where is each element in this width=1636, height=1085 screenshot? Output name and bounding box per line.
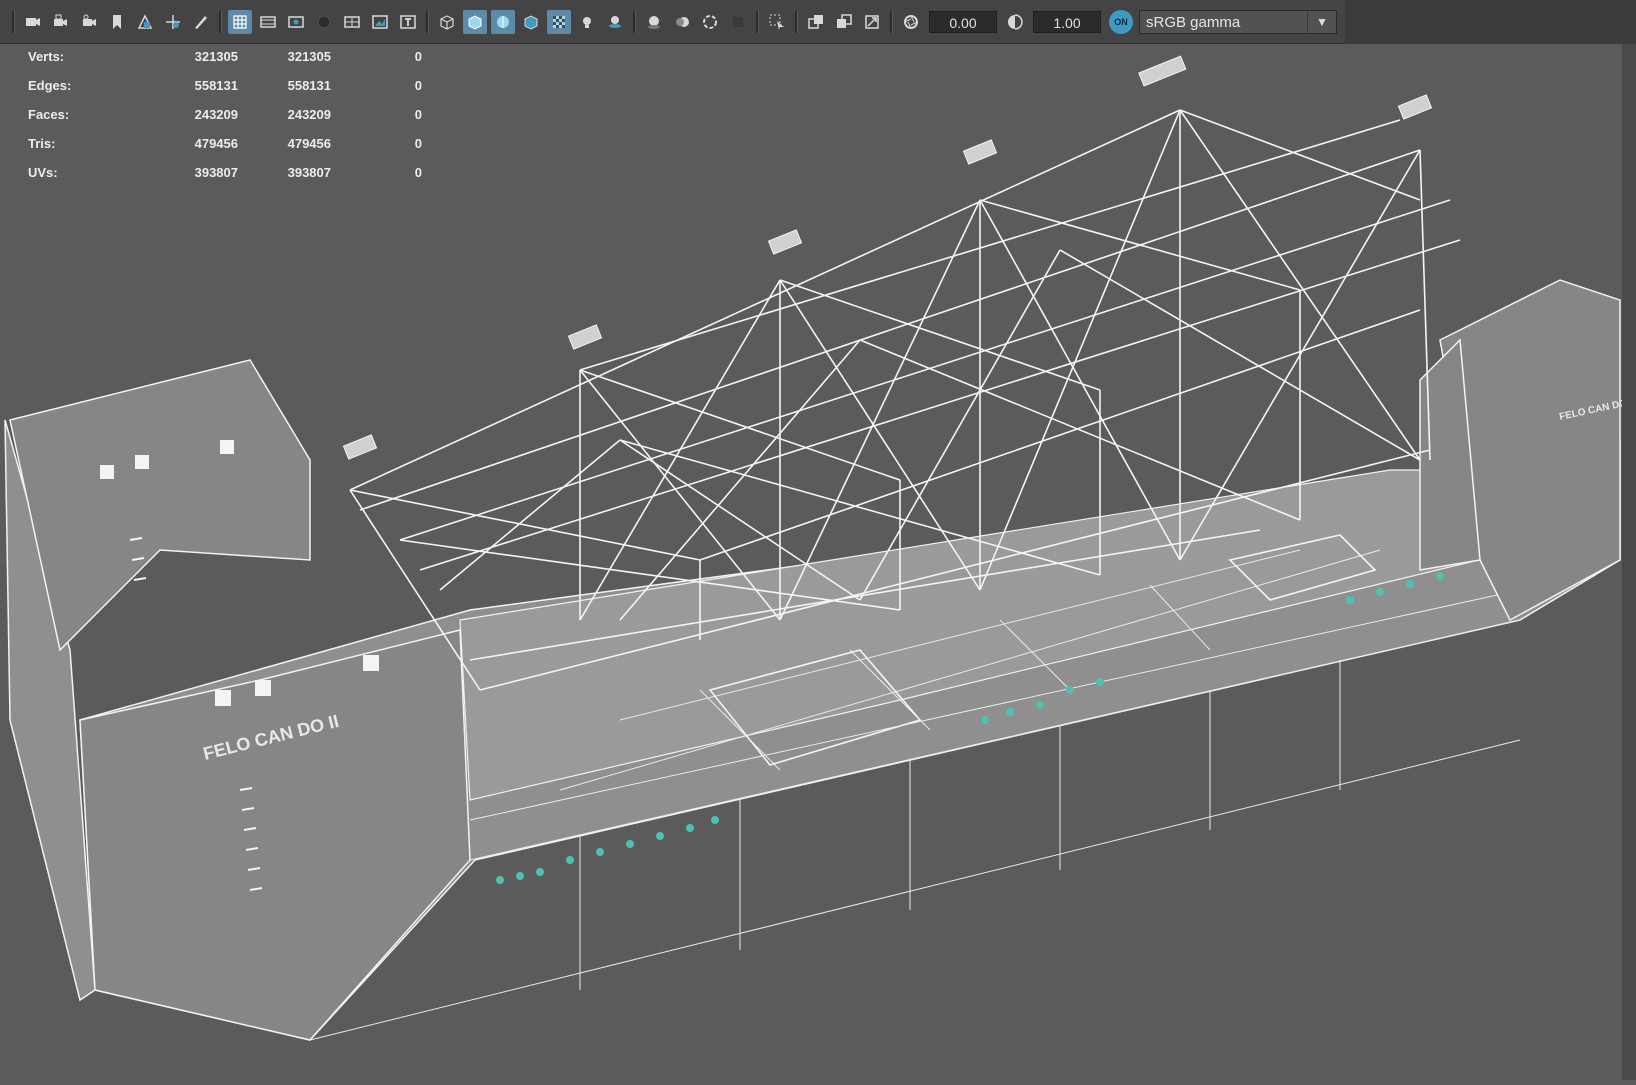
poly-count-hud: Verts: 321305 321305 0 Edges: 558131 558… [28,42,422,187]
field-chart-icon[interactable] [340,10,364,34]
shadows-icon[interactable] [603,10,627,34]
viewport-right-border [1622,44,1636,1080]
grease-pencil-icon[interactable] [189,10,213,34]
safe-action-icon[interactable] [368,10,392,34]
gamma-icon[interactable] [1003,10,1027,34]
exposure-field[interactable]: 0.00 [929,10,997,33]
xray-icon[interactable] [547,9,571,34]
toolbar-separator [890,10,893,33]
anti-aliasing-icon[interactable] [698,10,722,34]
camera-lock-icon[interactable] [49,10,73,34]
toolbar-separator [12,10,15,33]
hud-value: 479456 [194,136,238,151]
chevron-down-icon[interactable]: ▼ [1307,10,1336,33]
hud-value: 479456 [287,136,331,151]
hud-value: 0 [414,136,422,151]
camera-icon[interactable] [21,10,45,34]
forward-block [79,629,471,1041]
hud-row-tris: Tris: 479456 479456 0 [28,129,422,158]
wireframe-model-render: FELO CAN DO II FELO CAN DO II [4,55,1636,1041]
toolbar-separator [426,10,429,33]
wireframe-on-shaded-icon[interactable] [491,9,515,34]
hud-value: 558131 [194,78,238,93]
safe-title-icon[interactable] [396,10,420,34]
hud-value: 243209 [287,107,331,122]
truss-nodes [342,55,1433,460]
default-material-icon[interactable] [519,10,543,34]
hud-value: 393807 [194,165,238,180]
camera-attributes-icon[interactable] [77,10,101,34]
hud-label: UVs: [28,165,58,180]
hud-label: Edges: [28,78,72,93]
hud-value: 243209 [194,107,238,122]
hud-value: 0 [414,107,422,122]
color-management-toggle[interactable]: ON [1109,9,1133,34]
gate-mask-icon[interactable] [312,10,336,34]
smooth-shade-icon[interactable] [463,9,487,34]
maya-viewport-panel: 0.00 1.00 ON sRGB gamma ▼ FELO CAN DO II… [0,0,1636,1080]
motion-blur-icon[interactable] [670,10,694,34]
hud-value: 0 [414,78,422,93]
backface-culling-icon[interactable] [860,10,884,34]
toolbar-empty-area [1345,0,1636,44]
isolate-select-icon[interactable] [765,10,789,34]
toolbar-separator [633,10,636,33]
exposure-icon[interactable] [899,10,923,34]
hud-row-uvs: UVs: 393807 393807 0 [28,158,422,187]
2d-pan-zoom-icon[interactable] [161,10,185,34]
grid-icon[interactable] [228,9,252,34]
ambient-occlusion-icon[interactable] [642,10,666,34]
forward-block-top [9,359,311,652]
xray-active-icon[interactable] [832,10,856,34]
hud-label: Faces: [28,107,70,122]
toolbar-separator [795,10,798,33]
toolbar-separator [756,10,759,33]
bookmark-icon[interactable] [105,10,129,34]
view-transform-dropdown[interactable]: sRGB gamma ▼ [1139,9,1337,34]
hud-row-edges: Edges: 558131 558131 0 [28,71,422,100]
gamma-field[interactable]: 1.00 [1033,10,1101,33]
view-transform-value: sRGB gamma [1146,13,1241,31]
use-lights-icon[interactable] [575,10,599,34]
resolution-gate-icon[interactable] [284,10,308,34]
wireframe-icon[interactable] [435,10,459,34]
hud-row-verts: Verts: 321305 321305 0 [28,42,422,71]
hud-label: Tris: [28,136,56,151]
hud-value: 558131 [287,78,331,93]
film-gate-icon[interactable] [256,10,280,34]
depth-of-field-icon[interactable] [726,10,750,34]
hud-value: 393807 [287,165,331,180]
hud-value: 321305 [287,49,331,64]
hud-label: Verts: [28,49,65,64]
toolbar-separator [219,10,222,33]
xray-joints-icon[interactable] [804,10,828,34]
image-plane-icon[interactable] [133,10,157,34]
panel-toolbar: 0.00 1.00 ON sRGB gamma ▼ [0,0,1636,44]
hud-row-faces: Faces: 243209 243209 0 [28,100,422,129]
3d-viewport[interactable]: FELO CAN DO II FELO CAN DO II [0,44,1636,1080]
hud-value: 321305 [194,49,238,64]
hud-value: 0 [414,49,422,64]
hud-value: 0 [414,165,422,180]
